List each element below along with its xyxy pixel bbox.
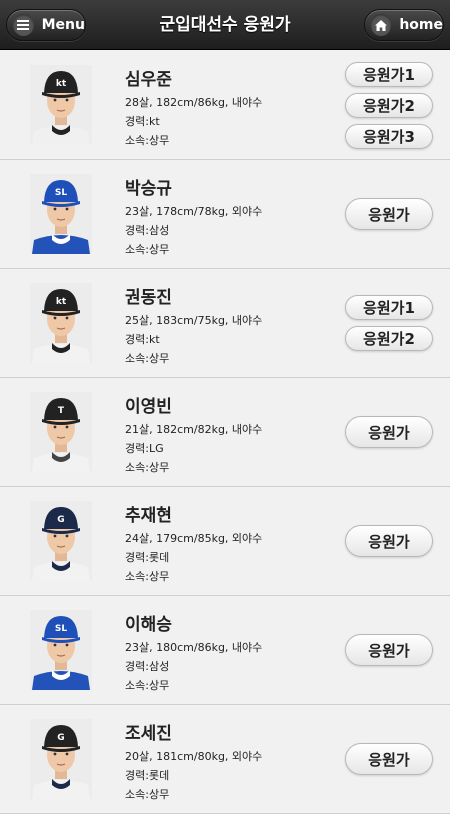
player-name: 추재현: [125, 506, 172, 526]
home-label: home: [399, 17, 443, 33]
player-name: 이영빈: [125, 397, 172, 417]
cap-logo: kt: [56, 297, 67, 307]
player-info: 추재현 24살, 179cm/85kg, 외야수경력:롯데소속:상무: [125, 503, 262, 586]
cheer-song-button[interactable]: 응원가2: [345, 92, 433, 118]
player-info: 조세진 20살, 181cm/80kg, 외야수경력:롯데소속:상무: [125, 721, 262, 804]
page-title: 군입대선수 응원가: [159, 15, 291, 35]
player-info: 심우준 28살, 182cm/86kg, 내야수경력:kt 소속:상무: [125, 67, 262, 150]
cheer-song-button[interactable]: 응원가: [345, 525, 433, 557]
player-stats: 23살, 178cm/78kg, 외야수: [125, 205, 263, 218]
cheer-song-buttons: 응원가: [343, 596, 433, 704]
player-row: kt 심우준 28살, 182cm/86kg, 내야수 경력:kt 소속:상무 응원가1 응…: [0, 51, 450, 160]
player-career: 경력:LG: [125, 442, 164, 455]
player-career: 경력:롯데: [125, 551, 170, 564]
hamburger-icon: [13, 14, 34, 36]
player-team: 소속:상무: [125, 788, 170, 801]
player-career: 경력:삼성: [125, 224, 170, 237]
cheer-song-buttons: 응원가: [343, 487, 433, 595]
player-team: 소속:상무: [125, 243, 170, 256]
player-career: 경력:롯데: [125, 769, 170, 782]
cheer-song-button[interactable]: 응원가: [345, 416, 433, 448]
player-stats: 24살, 179cm/85kg, 외야수: [125, 532, 263, 545]
menu-label: Menu: [41, 17, 85, 33]
cap-logo: T: [58, 406, 65, 416]
player-career: 경력:삼성: [125, 660, 170, 673]
cheer-song-button[interactable]: 응원가1: [345, 61, 433, 87]
player-list: kt 심우준 28살, 182cm/86kg, 내야수 경력:kt 소속:상무 응원가1 응…: [0, 51, 450, 814]
player-info: 박승규 23살, 178cm/78kg, 외야수경력:삼성소속:상무: [125, 176, 262, 259]
player-stats: 25살, 183cm/75kg, 내야수: [125, 314, 263, 327]
cap-logo: G: [57, 733, 64, 743]
cap-logo: SL: [55, 188, 67, 198]
player-stats: 21살, 182cm/82kg, 내야수: [125, 423, 263, 436]
player-name: 심우준: [125, 70, 172, 90]
cheer-song-button[interactable]: 응원가: [345, 634, 433, 666]
player-stats: 28살, 182cm/86kg, 내야수: [125, 96, 263, 109]
player-row: G 추재현 24살, 179cm/85kg, 외야수경력:롯데소속:상무 응원가: [0, 487, 450, 596]
player-photo: G: [30, 719, 92, 799]
player-info: 이해승 23살, 180cm/86kg, 내야수경력:삼성소속:상무: [125, 612, 262, 695]
player-name: 권동진: [125, 288, 172, 308]
player-photo: G: [30, 501, 92, 581]
player-team: 소속:상무: [125, 352, 170, 365]
player-stats: 23살, 180cm/86kg, 내야수: [125, 641, 263, 654]
cheer-song-buttons: 응원가: [343, 705, 433, 813]
player-info: 권동진 25살, 183cm/75kg, 내야수경력:kt 소속:상무: [125, 285, 262, 368]
player-photo: SL: [30, 610, 92, 690]
player-name: 이해승: [125, 615, 172, 635]
player-team: 소속:상무: [125, 570, 170, 583]
player-team: 소속:상무: [125, 134, 170, 147]
home-button[interactable]: home: [364, 9, 444, 41]
cheer-song-button[interactable]: 응원가1: [345, 295, 433, 320]
player-info: 이영빈 21살, 182cm/82kg, 내야수경력:LG 소속:상무: [125, 394, 262, 477]
cheer-song-button[interactable]: 응원가2: [345, 326, 433, 351]
player-team: 소속:상무: [125, 679, 170, 692]
player-row: SL 이해승 23살, 180cm/86kg, 내야수경력:삼성소속:상무 응원가: [0, 596, 450, 705]
player-photo: kt: [30, 283, 92, 363]
player-career: 경력:kt: [125, 115, 160, 128]
player-row: SL 박승규 23살, 178cm/78kg, 외야수경력:삼성소속:상무 응원가: [0, 160, 450, 269]
cheer-song-buttons: 응원가1 응원가2 응원가3: [343, 51, 433, 159]
header-bar: Menu 군입대선수 응원가 home: [0, 0, 450, 50]
cheer-song-button[interactable]: 응원가: [345, 198, 433, 230]
player-photo: T: [30, 392, 92, 472]
cheer-song-buttons: 응원가: [343, 160, 433, 268]
cap-logo: kt: [56, 79, 67, 89]
cap-logo: SL: [55, 624, 67, 634]
player-row: T 이영빈 21살, 182cm/82kg, 내야수경력:LG 소속:상무 응원가: [0, 378, 450, 487]
player-career: 경력:kt: [125, 333, 160, 346]
cheer-song-buttons: 응원가1 응원가2: [343, 269, 433, 377]
cheer-song-buttons: 응원가: [343, 378, 433, 486]
player-row: G 조세진 20살, 181cm/80kg, 외야수경력:롯데소속:상무 응원가: [0, 705, 450, 814]
player-row: kt 권동진 25살, 183cm/75kg, 내야수 경력:kt 소속:상무 응원가1 응…: [0, 269, 450, 378]
player-name: 박승규: [125, 179, 172, 199]
player-team: 소속:상무: [125, 461, 170, 474]
cheer-song-button[interactable]: 응원가: [345, 743, 433, 775]
player-stats: 20살, 181cm/80kg, 외야수: [125, 750, 263, 763]
player-photo: kt: [30, 65, 92, 145]
cap-logo: G: [57, 515, 64, 525]
house-icon: [371, 14, 392, 36]
player-name: 조세진: [125, 724, 172, 744]
menu-button[interactable]: Menu: [6, 9, 86, 41]
player-photo: SL: [30, 174, 92, 254]
cheer-song-button[interactable]: 응원가3: [345, 123, 433, 149]
